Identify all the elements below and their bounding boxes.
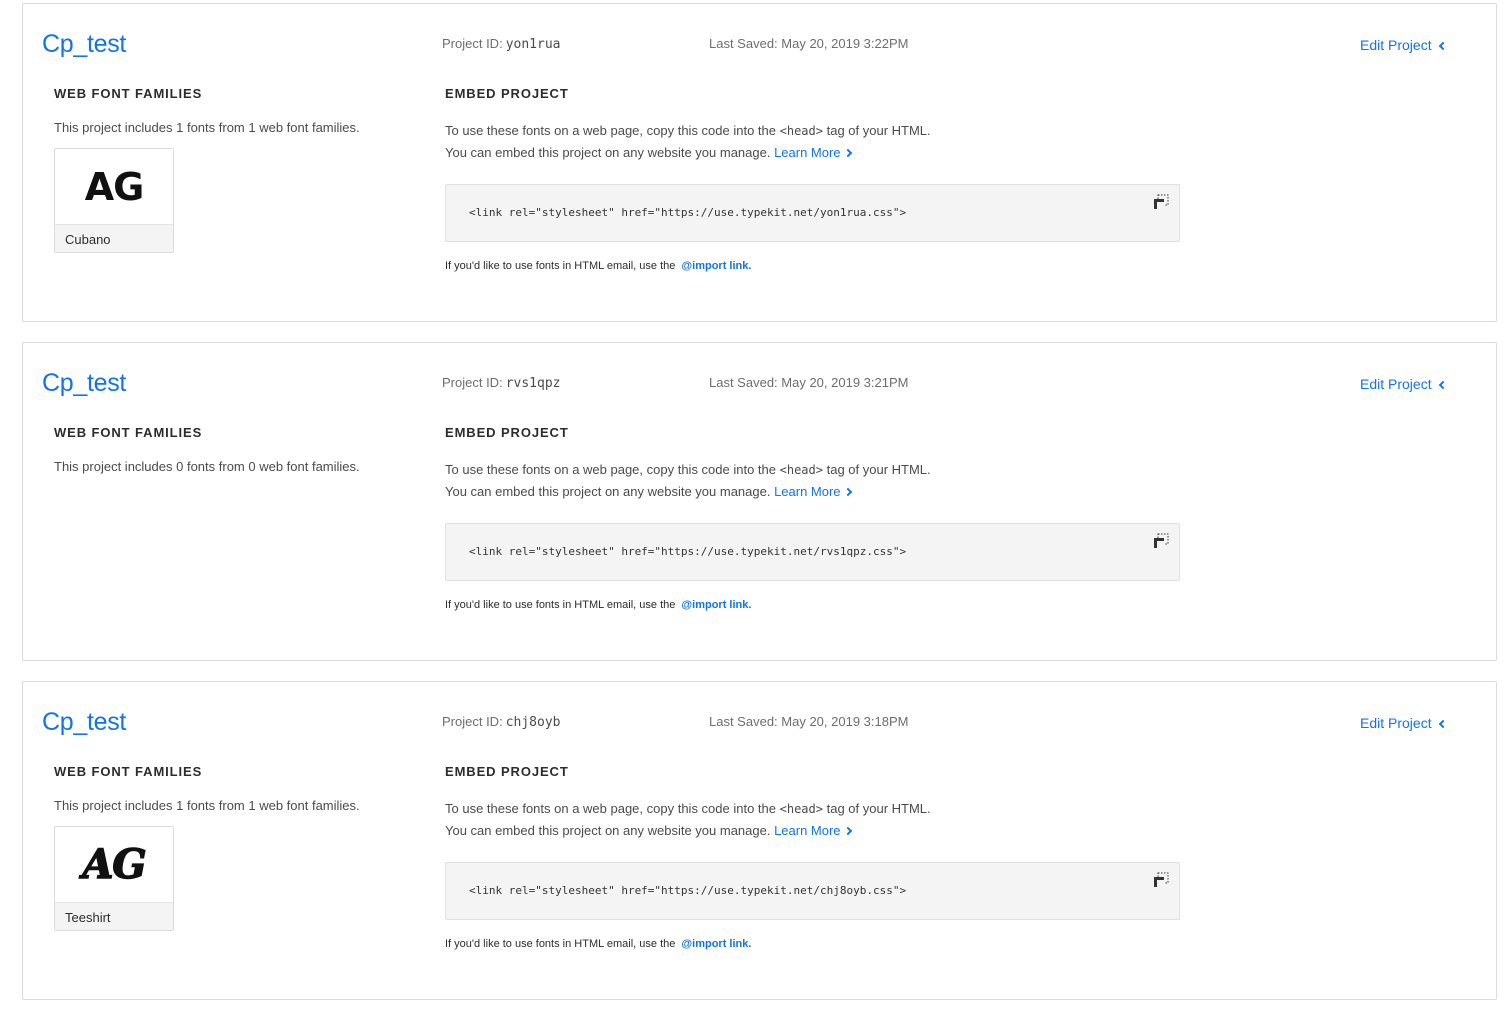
project-id-value: rvs1qpz: [505, 376, 561, 391]
edit-project-label: Edit Project: [1360, 37, 1432, 53]
web-font-families-heading: WEB FONT FAMILIES: [54, 764, 203, 779]
learn-more-link[interactable]: Learn More: [774, 145, 853, 160]
embed-code[interactable]: <link rel="stylesheet" href="https://use…: [469, 884, 906, 897]
chevron-left-icon: [1438, 719, 1447, 728]
embed-line1-after: tag of your HTML.: [822, 801, 931, 816]
import-link[interactable]: @import link.: [681, 599, 751, 611]
embed-line1-before: To use these fonts on a web page, copy t…: [445, 462, 780, 477]
project-id-meta: Project ID: chj8oyb: [442, 714, 560, 730]
copy-icon[interactable]: [1153, 194, 1169, 210]
import-note-text: If you'd like to use fonts in HTML email…: [445, 599, 676, 611]
head-tag-code: <head>: [779, 802, 823, 816]
embed-code-box[interactable]: <link rel="stylesheet" href="https://use…: [445, 523, 1180, 581]
embed-line2: You can embed this project on any websit…: [445, 823, 775, 838]
chevron-left-icon: [1438, 380, 1447, 389]
learn-more-label: Learn More: [774, 484, 841, 499]
embed-line2: You can embed this project on any websit…: [445, 484, 775, 499]
chevron-right-icon: [843, 148, 853, 158]
embed-description: To use these fonts on a web page, copy t…: [445, 120, 1165, 163]
embed-code-box[interactable]: <link rel="stylesheet" href="https://use…: [445, 862, 1180, 920]
edit-project-link[interactable]: Edit Project: [1360, 715, 1447, 731]
import-note: If you'd like to use fonts in HTML email…: [445, 938, 751, 950]
font-sample: AG: [84, 164, 145, 209]
import-note-text: If you'd like to use fonts in HTML email…: [445, 938, 676, 950]
project-id-meta: Project ID: rvs1qpz: [442, 375, 560, 391]
last-saved-meta: Last Saved: May 20, 2019 3:18PM: [709, 714, 908, 729]
embed-line2: You can embed this project on any websit…: [445, 145, 775, 160]
last-saved-label: Last Saved:: [709, 36, 778, 51]
last-saved-meta: Last Saved: May 20, 2019 3:22PM: [709, 36, 908, 51]
edit-project-label: Edit Project: [1360, 376, 1432, 392]
embed-line1-after: tag of your HTML.: [822, 123, 931, 138]
embed-project-heading: EMBED PROJECT: [445, 425, 569, 440]
web-font-families-heading: WEB FONT FAMILIES: [54, 86, 203, 101]
font-sample: AG: [82, 840, 148, 889]
last-saved-value: May 20, 2019 3:18PM: [781, 714, 909, 729]
last-saved-label: Last Saved:: [709, 714, 778, 729]
project-id-value: chj8oyb: [505, 715, 561, 730]
last-saved-label: Last Saved:: [709, 375, 778, 390]
font-family-name: Cubano: [55, 224, 173, 252]
learn-more-label: Learn More: [774, 145, 841, 160]
edit-project-label: Edit Project: [1360, 715, 1432, 731]
copy-icon[interactable]: [1153, 872, 1169, 888]
last-saved-value: May 20, 2019 3:21PM: [781, 375, 909, 390]
project-name: Cp_test: [42, 30, 127, 58]
font-family-tile[interactable]: AG Teeshirt: [54, 826, 174, 931]
embed-line1-before: To use these fonts on a web page, copy t…: [445, 123, 780, 138]
chevron-right-icon: [843, 826, 853, 836]
chevron-right-icon: [843, 487, 853, 497]
project-id-label: Project ID:: [442, 36, 503, 51]
last-saved-value: May 20, 2019 3:22PM: [781, 36, 909, 51]
families-description: This project includes 0 fonts from 0 web…: [54, 459, 360, 474]
learn-more-link[interactable]: Learn More: [774, 484, 853, 499]
project-id-label: Project ID:: [442, 714, 503, 729]
embed-code-box[interactable]: <link rel="stylesheet" href="https://use…: [445, 184, 1180, 242]
learn-more-link[interactable]: Learn More: [774, 823, 853, 838]
embed-project-heading: EMBED PROJECT: [445, 764, 569, 779]
project-card: Cp_test Project ID: yon1rua Last Saved: M…: [22, 3, 1497, 322]
embed-project-heading: EMBED PROJECT: [445, 86, 569, 101]
embed-description: To use these fonts on a web page, copy t…: [445, 798, 1165, 841]
embed-code[interactable]: <link rel="stylesheet" href="https://use…: [469, 206, 906, 219]
embed-line1-after: tag of your HTML.: [822, 462, 931, 477]
import-link[interactable]: @import link.: [681, 938, 751, 950]
edit-project-link[interactable]: Edit Project: [1360, 376, 1447, 392]
last-saved-meta: Last Saved: May 20, 2019 3:21PM: [709, 375, 908, 390]
families-description: This project includes 1 fonts from 1 web…: [54, 798, 360, 813]
project-id-meta: Project ID: yon1rua: [442, 36, 560, 52]
embed-code[interactable]: <link rel="stylesheet" href="https://use…: [469, 545, 906, 558]
embed-description: To use these fonts on a web page, copy t…: [445, 459, 1165, 502]
web-font-families-heading: WEB FONT FAMILIES: [54, 425, 203, 440]
head-tag-code: <head>: [779, 124, 823, 138]
project-id-label: Project ID:: [442, 375, 503, 390]
project-name: Cp_test: [42, 369, 127, 397]
chevron-left-icon: [1438, 41, 1447, 50]
project-id-value: yon1rua: [505, 37, 561, 52]
families-description: This project includes 1 fonts from 1 web…: [54, 120, 360, 135]
project-card: Cp_test Project ID: rvs1qpz Last Saved: M…: [22, 342, 1497, 661]
import-note: If you'd like to use fonts in HTML email…: [445, 260, 751, 272]
project-card: Cp_test Project ID: chj8oyb Last Saved: M…: [22, 681, 1497, 1000]
copy-icon[interactable]: [1153, 533, 1169, 549]
import-note: If you'd like to use fonts in HTML email…: [445, 599, 751, 611]
embed-line1-before: To use these fonts on a web page, copy t…: [445, 801, 780, 816]
import-note-text: If you'd like to use fonts in HTML email…: [445, 260, 676, 272]
project-name: Cp_test: [42, 708, 127, 736]
font-family-name: Teeshirt: [55, 902, 173, 930]
import-link[interactable]: @import link.: [681, 260, 751, 272]
learn-more-label: Learn More: [774, 823, 841, 838]
edit-project-link[interactable]: Edit Project: [1360, 37, 1447, 53]
font-family-tile[interactable]: AG Cubano: [54, 148, 174, 253]
head-tag-code: <head>: [779, 463, 823, 477]
